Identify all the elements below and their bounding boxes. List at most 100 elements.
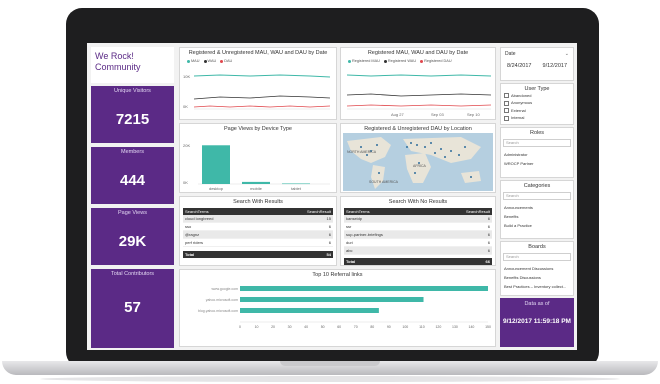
list-item[interactable]: Announcement Discussions (501, 264, 573, 273)
list-item[interactable]: Best Practices – Inventory collect... (501, 282, 573, 291)
table-row[interactable]: sso 6 (183, 223, 333, 231)
checkbox-anonymous[interactable]: Anonymous (501, 99, 573, 106)
categories-search-input[interactable]: Search (503, 192, 571, 200)
x-tick: 90 (387, 325, 391, 329)
chart-title: Registered & Unregistered DAU by Locatio… (364, 126, 472, 132)
checkbox-external[interactable]: External (501, 107, 573, 114)
y-tick: 0K (183, 104, 188, 109)
x-tick: 80 (370, 325, 374, 329)
kpi-total-contributors[interactable]: Total Contributors 57 (91, 269, 174, 348)
boards-filter[interactable]: Boards Search Announcement Discussions B… (500, 241, 574, 296)
kpi-value: 29K (118, 233, 147, 250)
world-map: NORTH AMERICA AFRICA SOUTH AMERICA (343, 133, 493, 191)
map-label: NORTH AMERICA (347, 150, 377, 154)
referral-label: yahoo.microsoft.com (206, 298, 238, 302)
mau-line (193, 74, 331, 78)
legend-swatch-mau (187, 59, 190, 63)
x-tick: Sep 03 (431, 112, 444, 117)
search-with-results-table[interactable]: Search With Results SearchTerms SearchRe… (179, 196, 337, 266)
table-header: SearchTerms SearchResult (183, 208, 333, 215)
table-row[interactable]: perf riders 6 (183, 239, 333, 247)
col-header-result[interactable]: SearchResult (466, 208, 490, 215)
list-item[interactable]: Benefits Discussions (501, 273, 573, 282)
kpi-label: Total Contributors (110, 271, 155, 277)
table-row[interactable]: sup-partner-briefings 6 (344, 231, 492, 239)
table-row[interactable]: kanseidp 6 (344, 215, 492, 223)
wau-line (193, 95, 331, 100)
referral-bar (240, 308, 379, 313)
list-item[interactable]: Benefits (501, 212, 573, 221)
referral-bar (240, 286, 488, 291)
roles-search-input[interactable]: Search (503, 139, 571, 147)
x-tick: 150 (485, 325, 491, 329)
date-filter[interactable]: Date ⌄ 8/24/2017 9/12/2017 (500, 47, 574, 81)
checkbox-internal[interactable]: Internal (501, 114, 573, 121)
table-row[interactable]: cloud longbreed 15 (183, 215, 333, 223)
boards-search-input[interactable]: Search (503, 253, 571, 261)
table-row[interactable]: duri 6 (344, 239, 492, 247)
mau-registered-chart[interactable]: Registered MAU, WAU and DAU by Date Regi… (340, 47, 496, 120)
chart-title: Page Views by Device Type (224, 126, 292, 132)
categories-filter[interactable]: Categories Search Announcements Benefits… (500, 180, 574, 239)
bar-desktop (202, 145, 230, 184)
x-tick: 30 (288, 325, 292, 329)
list-item[interactable]: Announcements (501, 203, 573, 212)
data-as-of-card: Data as of 9/12/2017 11:59:18 PM (500, 298, 574, 347)
x-tick: 110 (419, 325, 425, 329)
legend-swatch-wau (203, 59, 207, 63)
chart-legend: Registered MAU Registered WAU Registered… (345, 59, 452, 63)
search-no-results-table[interactable]: Search With No Results SearchTerms Searc… (340, 196, 496, 266)
list-item[interactable]: WROCP Partner (501, 159, 573, 168)
referral-bar (240, 297, 424, 302)
laptop-shadow (40, 376, 620, 382)
kpi-members[interactable]: Members 444 (91, 147, 174, 204)
chevron-down-icon[interactable]: ⌄ (565, 51, 569, 57)
x-tick: 100 (402, 325, 408, 329)
legend-swatch-dau (220, 59, 224, 63)
dau-location-map[interactable]: Registered & Unregistered DAU by Locatio… (340, 123, 496, 193)
kpi-value: 7215 (115, 111, 150, 128)
kpi-unique-visitors[interactable]: Unique Visitors 7215 (91, 86, 174, 143)
x-tick: Aug 27 (391, 112, 404, 117)
legend-swatch-reg-wau (383, 59, 387, 63)
x-tick: 20 (271, 325, 275, 329)
list-item[interactable]: Administrator (501, 150, 573, 159)
col-header-result[interactable]: SearchResult (307, 208, 331, 215)
x-tick: desktop (209, 186, 224, 191)
table-row[interactable]: abc 6 (344, 247, 492, 255)
table-total-row: Total 66 (344, 258, 492, 265)
kpi-page-views[interactable]: Page Views 29K (91, 208, 174, 265)
kpi-label: Unique Visitors (114, 88, 151, 94)
referral-plot: www.google.com yahoo.microsoft.com blog.ya… (198, 286, 491, 329)
referral-label: blog.yahoo.microsoft.com (198, 309, 238, 313)
x-tick: 0 (239, 325, 241, 329)
reg-mau-line (346, 74, 492, 77)
user-type-filter[interactable]: User Type Abandoned Anonymous External I… (500, 83, 574, 125)
roles-filter[interactable]: Roles Search Administrator WROCP Partner (500, 127, 574, 178)
x-tick: 70 (354, 325, 358, 329)
col-header-terms[interactable]: SearchTerms (185, 208, 209, 215)
date-from[interactable]: 8/24/2017 (507, 63, 531, 69)
kpi-column: We Rock! Community Unique Visitors 7215 … (91, 47, 174, 348)
dau-line (193, 105, 331, 108)
checkbox-abandoned[interactable]: Abandoned (501, 92, 573, 99)
col-header-terms[interactable]: SearchTerms (346, 208, 370, 215)
y-tick: 0K (183, 180, 188, 185)
table-title: Search With No Results (388, 199, 448, 205)
map-label: AFRICA (413, 164, 427, 168)
table-total-row: Total 54 (183, 251, 333, 258)
date-to[interactable]: 9/12/2017 (543, 63, 567, 69)
list-item[interactable]: Build a Practice (501, 221, 573, 230)
kpi-label: Page Views (118, 210, 147, 216)
page-views-device-chart[interactable]: Page Views by Device Type 20K 0K desktop… (179, 123, 337, 193)
chart-title: Registered & Unregistered MAU, WAU and D… (188, 50, 328, 56)
referral-links-chart[interactable]: Top 10 Referral links www.google.com yaho… (179, 269, 496, 347)
table-row[interactable]: ssr 6 (344, 223, 492, 231)
mau-all-chart[interactable]: Registered & Unregistered MAU, WAU and D… (179, 47, 337, 120)
chart-title: Top 10 Referral links (312, 272, 363, 278)
table-row[interactable]: @ragnz 6 (183, 231, 333, 239)
laptop-notch (280, 361, 380, 366)
chart-title: Registered MAU, WAU and DAU by Date (367, 50, 469, 56)
date-filter-label: Date (505, 51, 516, 57)
x-tick: 140 (469, 325, 475, 329)
